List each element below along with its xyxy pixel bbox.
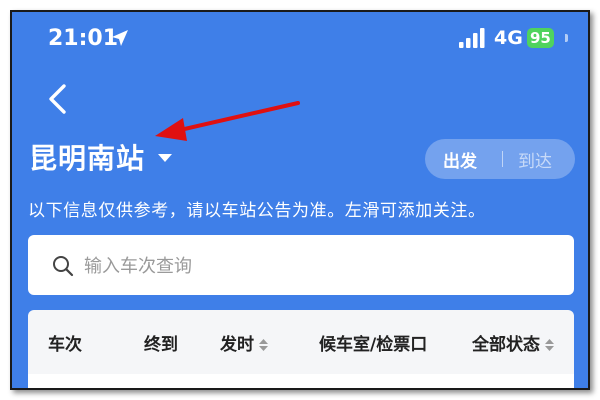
station-dropdown-icon[interactable] <box>158 154 172 162</box>
search-input[interactable]: 输入车次查询 <box>28 235 574 295</box>
toggle-divider <box>502 151 503 167</box>
app-screen: 21:01 4G 95 昆明南站 出发 到达 以下信息仅供参考，请以车站公告为准… <box>10 10 590 390</box>
column-status[interactable]: 全部状态 <box>472 330 554 355</box>
signal-bars-icon <box>459 28 485 48</box>
network-type: 4G <box>494 27 523 49</box>
tab-arrive[interactable]: 到达 <box>518 147 552 172</box>
back-chevron-icon[interactable] <box>44 82 70 116</box>
search-icon <box>53 256 74 277</box>
notice-text: 以下信息仅供参考，请以车站公告为准。左滑可添加关注。 <box>28 201 486 221</box>
table-body <box>28 374 574 388</box>
sort-icon[interactable] <box>259 339 268 351</box>
battery-indicator: 95 <box>527 28 554 48</box>
station-name[interactable]: 昆明南站 <box>29 137 145 177</box>
location-arrow-icon <box>112 30 128 46</box>
battery-tip <box>565 34 568 42</box>
column-destination: 终到 <box>144 335 178 355</box>
table-header: 车次 终到 发时 候车室/检票口 全部状态 <box>28 310 574 374</box>
sort-icon[interactable] <box>545 339 554 351</box>
column-train-no: 车次 <box>48 335 82 355</box>
search-placeholder: 输入车次查询 <box>84 256 192 277</box>
column-depart-time-label: 发时 <box>220 335 254 355</box>
column-status-label: 全部状态 <box>472 335 540 355</box>
column-waiting-room: 候车室/检票口 <box>319 335 428 355</box>
tab-depart[interactable]: 出发 <box>443 147 477 172</box>
status-time: 21:01 <box>48 26 119 51</box>
direction-toggle[interactable]: 出发 到达 <box>425 139 575 179</box>
column-depart-time[interactable]: 发时 <box>220 330 268 355</box>
